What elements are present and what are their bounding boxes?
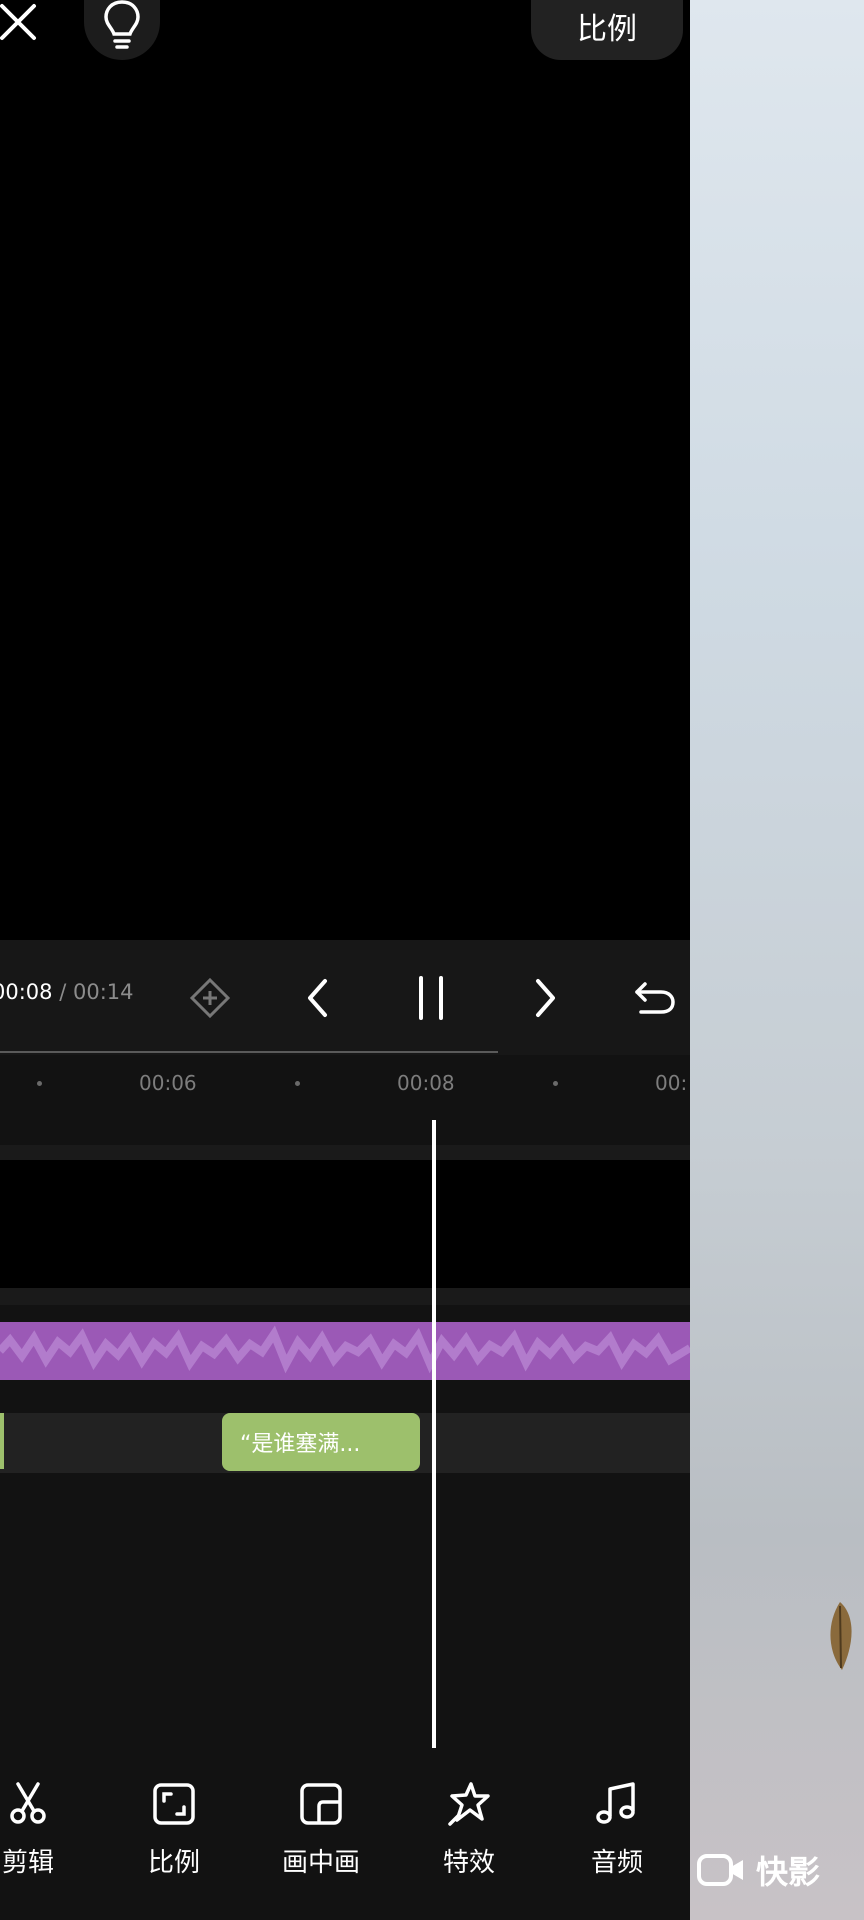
pause-button[interactable]: [401, 968, 461, 1028]
tool-label: 比例: [147, 1848, 200, 1878]
next-frame-button[interactable]: [515, 968, 575, 1028]
tool-effects[interactable]: 特效: [414, 1780, 524, 1890]
picture-in-picture-icon: [300, 1783, 342, 1825]
dried-leaf-image: [830, 1602, 852, 1670]
playback-controls: 00:08 / 00:14: [0, 940, 690, 1055]
ratio-icon: [153, 1783, 195, 1825]
app-watermark: 快影: [696, 1850, 821, 1891]
ruler-dot: [37, 1081, 42, 1086]
caption-clip[interactable]: “是谁塞满...: [222, 1413, 420, 1471]
video-clip[interactable]: [0, 1160, 690, 1288]
close-icon: [0, 4, 36, 40]
undo-icon: [635, 982, 675, 1014]
caption-clip-edge[interactable]: [0, 1413, 4, 1469]
time-ruler[interactable]: 00:06 00:08 00:: [0, 1055, 690, 1115]
current-time: 00:08: [0, 980, 53, 1004]
ruler-dot: [553, 1081, 558, 1086]
ruler-tick: 00:: [655, 1071, 688, 1095]
effects-star-icon: [448, 1782, 490, 1826]
tool-label: 画中画: [281, 1848, 360, 1878]
background-photo: [690, 0, 864, 1920]
audio-waveform: [0, 1325, 690, 1374]
keyframe-diamond-icon: [189, 977, 231, 1019]
chevron-right-icon: [536, 979, 555, 1017]
playhead[interactable]: [432, 1120, 436, 1748]
tool-ratio[interactable]: 比例: [119, 1780, 229, 1890]
tips-button[interactable]: [84, 0, 160, 60]
tool-label: 特效: [442, 1848, 495, 1878]
ratio-button[interactable]: 比例: [531, 0, 683, 60]
watermark-text: 快影: [756, 1853, 821, 1891]
ruler-dot: [295, 1081, 300, 1086]
tool-label: 音频: [590, 1848, 643, 1878]
scissors-icon: [10, 1782, 46, 1824]
audio-clip[interactable]: [0, 1322, 690, 1380]
tool-edit[interactable]: 剪辑: [0, 1780, 83, 1890]
video-editor: 比例 00:08 / 00:14: [0, 0, 690, 1920]
time-separator: /: [52, 980, 73, 1004]
music-note-icon: [596, 1782, 635, 1824]
keyframe-button[interactable]: [180, 968, 240, 1028]
close-button[interactable]: [0, 0, 40, 46]
timecode: 00:08 / 00:14: [0, 980, 134, 1004]
bottom-toolbar: 剪辑 比例 画中画 特效 音频: [0, 1750, 690, 1920]
ruler-tick: 00:06: [139, 1071, 197, 1095]
tool-picture-in-picture[interactable]: 画中画: [266, 1780, 376, 1890]
previous-frame-button[interactable]: [288, 968, 348, 1028]
playback-progress-line[interactable]: [0, 1051, 498, 1053]
tool-label: 剪辑: [1, 1848, 54, 1878]
lightbulb-icon: [104, 0, 140, 49]
total-time: 00:14: [72, 980, 134, 1004]
tool-audio[interactable]: 音频: [562, 1780, 672, 1890]
chevron-left-icon: [308, 979, 327, 1017]
kuaiying-logo-icon: [697, 1854, 743, 1886]
timeline[interactable]: 00:06 00:08 00: “是谁塞满...: [0, 1055, 690, 1750]
ruler-tick: 00:08: [397, 1071, 455, 1095]
video-preview[interactable]: 比例: [0, 0, 690, 940]
pause-icon: [419, 976, 443, 1020]
undo-button[interactable]: [625, 968, 685, 1028]
